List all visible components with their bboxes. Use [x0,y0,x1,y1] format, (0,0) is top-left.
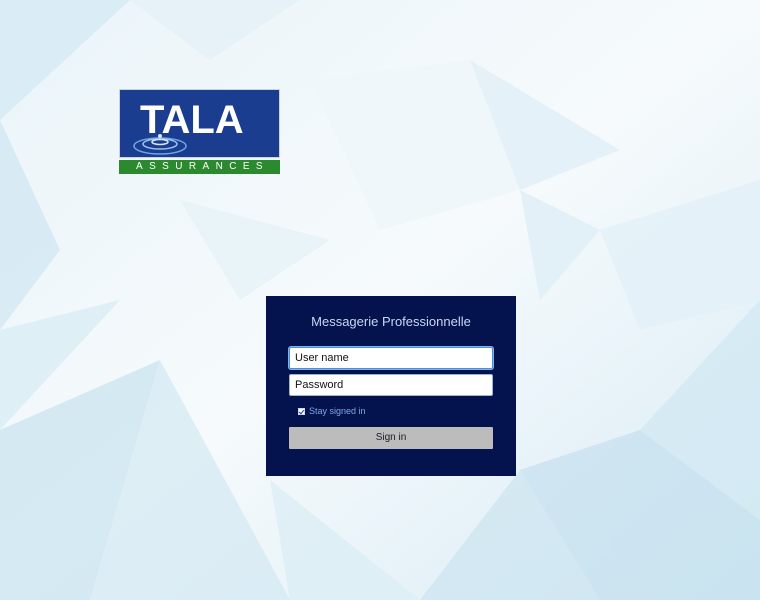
stay-signed-in[interactable]: Stay signed in [298,405,366,417]
login-title: Messagerie Professionnelle [311,314,471,329]
stay-signed-in-checkbox[interactable] [298,407,305,415]
logo-subtitle: ASSURANCES [119,160,280,174]
logo-blue-block: TALA [119,89,280,158]
logo-word: TALA [140,98,244,142]
sign-in-button[interactable]: Sign in [289,427,493,449]
login-panel: Messagerie Professionnelle Stay signed i… [266,296,516,476]
username-input[interactable] [289,347,493,369]
stay-signed-in-label: Stay signed in [309,406,366,416]
password-input[interactable] [289,374,493,396]
tala-assurances-logo: TALA ASSURANCES [119,89,280,174]
